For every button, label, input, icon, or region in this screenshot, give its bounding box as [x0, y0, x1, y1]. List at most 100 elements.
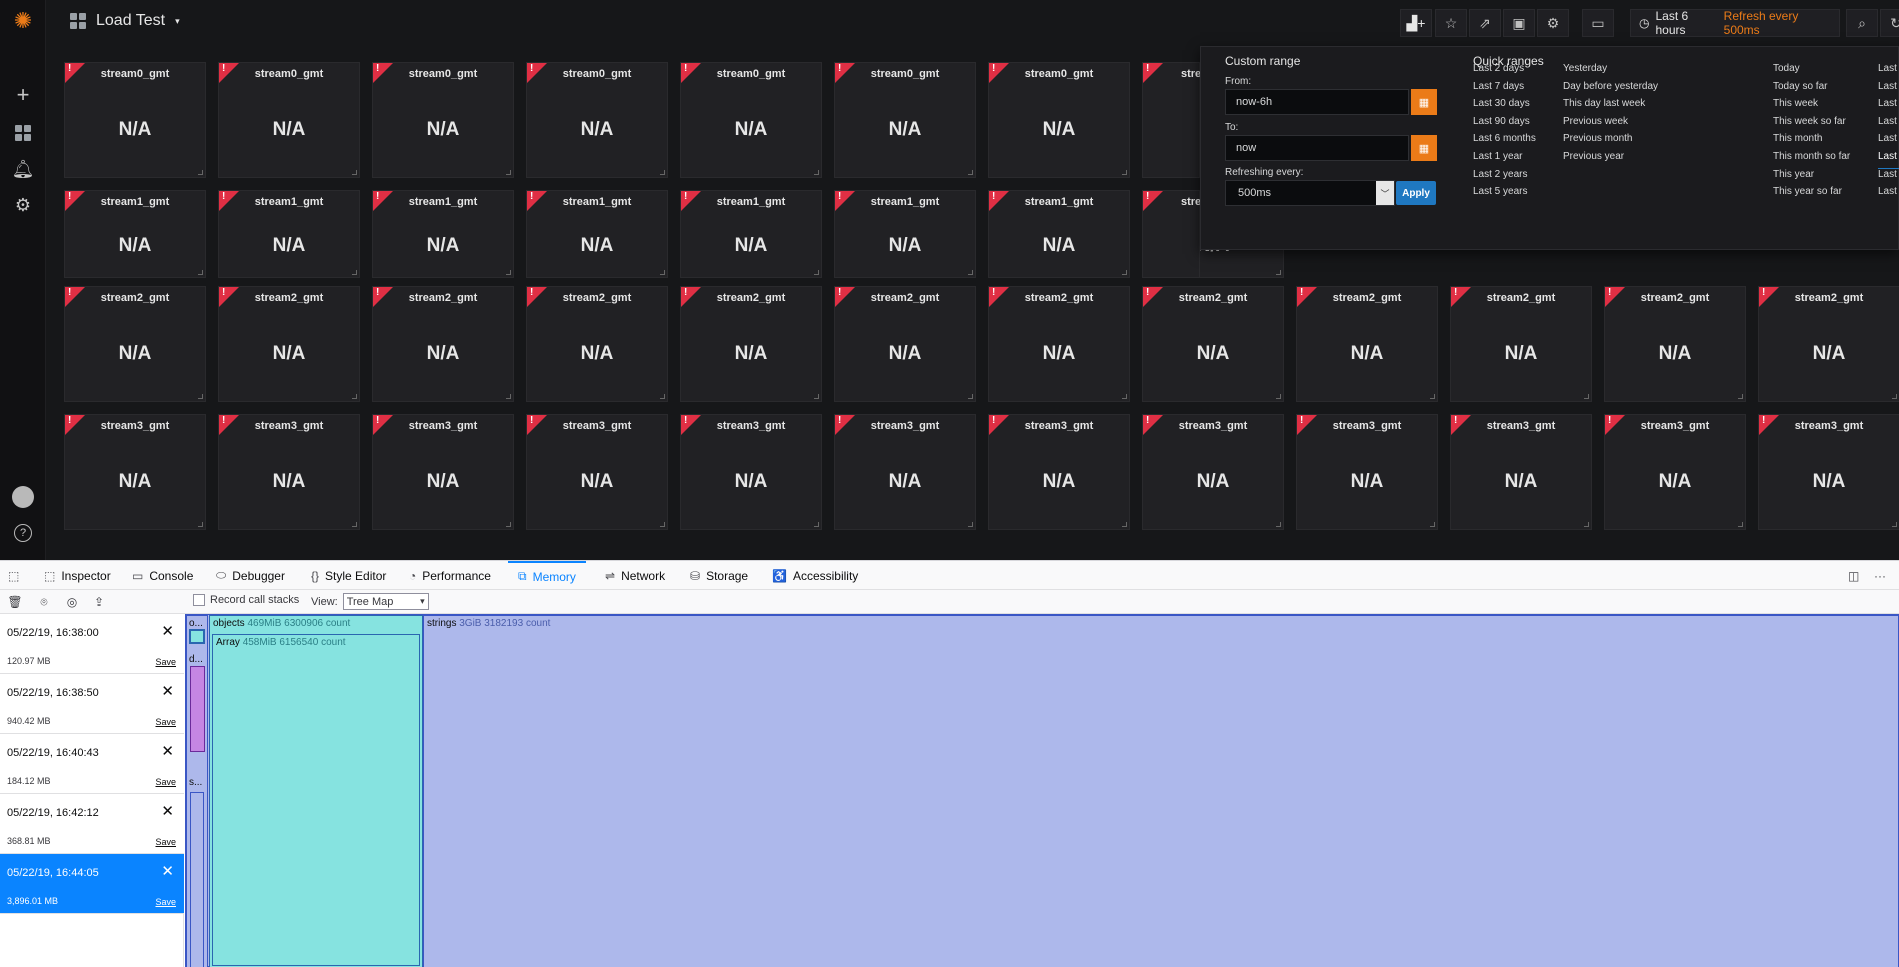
- stat-panel[interactable]: !stream1_gmtN/A: [64, 190, 206, 278]
- panel-title[interactable]: stream0_gmt: [835, 68, 975, 80]
- panel-alert-corner-icon[interactable]: !: [1143, 191, 1163, 211]
- quick-range-item[interactable]: Previous month: [1563, 133, 1658, 151]
- snapshot-item[interactable]: 05/22/19, 16:42:12 ✕ 368.81 MB Save: [0, 794, 184, 854]
- element-picker-button[interactable]: ⬚: [8, 561, 19, 590]
- stat-panel[interactable]: ! stream3_gmt N/A: [218, 414, 360, 530]
- quick-range-item[interactable]: This month so far: [1773, 151, 1850, 169]
- tab-inspector[interactable]: ⬚ Inspector: [44, 561, 111, 590]
- stat-panel[interactable]: ! stream3_gmt N/A: [526, 414, 668, 530]
- quick-range-item[interactable]: This month: [1773, 133, 1850, 151]
- quick-range-item[interactable]: Previous year: [1563, 151, 1658, 169]
- stat-panel[interactable]: ! stream3_gmt N/A: [1604, 414, 1746, 530]
- take-snapshot-button[interactable]: ⌾: [36, 594, 52, 610]
- stat-panel[interactable]: !stream1_gmtN/A: [218, 190, 360, 278]
- stat-panel[interactable]: !stream0_gmtN/A: [372, 62, 514, 178]
- quick-range-item[interactable]: Last 24 hours: [1878, 186, 1899, 204]
- snapshot-item[interactable]: 05/22/19, 16:38:00 ✕ 120.97 MB Save: [0, 614, 184, 674]
- panel-resize-handle[interactable]: [352, 522, 357, 527]
- stat-panel[interactable]: !stream1_gmtN/A: [680, 190, 822, 278]
- save-snapshot-link[interactable]: Save: [155, 897, 176, 907]
- panel-title[interactable]: stream3_gmt: [1143, 420, 1283, 432]
- panel-title[interactable]: stream1_gmt: [527, 196, 667, 208]
- stat-panel[interactable]: !stream0_gmtN/A: [680, 62, 822, 178]
- to-calendar-button[interactable]: ▦: [1411, 135, 1437, 161]
- treemap-node-tiny-a[interactable]: [189, 629, 205, 644]
- clear-snapshots-button[interactable]: 🗑︎: [7, 594, 23, 610]
- share-dashboard-button[interactable]: ⇗: [1469, 9, 1501, 37]
- stat-panel[interactable]: !stream0_gmtN/A: [64, 62, 206, 178]
- tab-console[interactable]: ▭ Console: [132, 561, 193, 590]
- panel-resize-handle[interactable]: [814, 522, 819, 527]
- stat-panel[interactable]: ! stream2_gmt N/A: [680, 286, 822, 402]
- panel-title[interactable]: stream0_gmt: [989, 68, 1129, 80]
- quick-range-item[interactable]: This week so far: [1773, 116, 1850, 134]
- tab-style-editor[interactable]: {} Style Editor: [311, 561, 386, 590]
- refresh-interval-select[interactable]: 500ms ﹀: [1225, 180, 1395, 206]
- panel-resize-handle[interactable]: [814, 270, 819, 275]
- quick-range-item[interactable]: Last 6 hours: [1878, 151, 1899, 169]
- panel-title-partial[interactable]: stre: [1181, 68, 1201, 80]
- quick-range-item[interactable]: Last 5 minutes: [1878, 63, 1899, 81]
- quick-range-item[interactable]: Last 12 hours: [1878, 169, 1899, 187]
- panel-title[interactable]: stream3_gmt: [989, 420, 1129, 432]
- quick-range-item[interactable]: Last 6 months: [1473, 133, 1536, 151]
- treemap-node-strings[interactable]: strings 3GiB 3182193 count: [423, 615, 1899, 967]
- panel-resize-handle[interactable]: [198, 522, 203, 527]
- panel-resize-handle[interactable]: [660, 170, 665, 175]
- dashboard-title-picker[interactable]: Load Test ▾: [70, 12, 180, 30]
- stat-panel[interactable]: !stream0_gmtN/A: [834, 62, 976, 178]
- panel-resize-handle[interactable]: [1584, 394, 1589, 399]
- panel-resize-handle[interactable]: [968, 394, 973, 399]
- stat-panel[interactable]: !stream1_gmtN/A: [372, 190, 514, 278]
- treemap-node-objects[interactable]: objects 469MiB 6300906 count Array 458Mi…: [209, 615, 423, 967]
- tab-debugger[interactable]: ⬭ Debugger: [216, 561, 285, 590]
- panel-resize-handle[interactable]: [968, 522, 973, 527]
- quick-range-item[interactable]: Previous week: [1563, 116, 1658, 134]
- panel-resize-handle[interactable]: [814, 170, 819, 175]
- add-panel-button[interactable]: ▟+: [1400, 9, 1432, 37]
- tab-memory[interactable]: ⧉ Memory: [508, 561, 586, 590]
- stat-panel[interactable]: ! stream3_gmt N/A: [64, 414, 206, 530]
- panel-resize-handle[interactable]: [814, 394, 819, 399]
- stat-panel[interactable]: !stream0_gmtN/A: [526, 62, 668, 178]
- panel-title[interactable]: stream1_gmt: [373, 196, 513, 208]
- tab-performance[interactable]: ◔ Performance: [409, 561, 491, 590]
- stat-panel[interactable]: ! stream3_gmt N/A: [1758, 414, 1899, 530]
- panel-title[interactable]: stream1_gmt: [835, 196, 975, 208]
- stat-panel-partial[interactable]: ! stre: [1142, 190, 1201, 278]
- dashboards-icon[interactable]: [10, 120, 36, 146]
- from-input[interactable]: now-6h: [1225, 89, 1409, 115]
- panel-resize-handle[interactable]: [352, 270, 357, 275]
- panel-title[interactable]: stream0_gmt: [681, 68, 821, 80]
- stat-panel[interactable]: ! stream2_gmt N/A: [372, 286, 514, 402]
- treemap-node-array[interactable]: Array 458MiB 6156540 count: [212, 634, 420, 966]
- stat-panel-partial[interactable]: ! stre: [1142, 62, 1201, 178]
- panel-resize-handle[interactable]: [968, 270, 973, 275]
- stat-panel[interactable]: !stream0_gmtN/A: [218, 62, 360, 178]
- stat-panel[interactable]: ! stream3_gmt N/A: [1142, 414, 1284, 530]
- panel-title[interactable]: stream2_gmt: [219, 292, 359, 304]
- panel-resize-handle[interactable]: [198, 394, 203, 399]
- stat-panel[interactable]: ! stream3_gmt N/A: [372, 414, 514, 530]
- to-input[interactable]: now: [1225, 135, 1409, 161]
- panel-resize-handle[interactable]: [660, 270, 665, 275]
- stat-panel[interactable]: ! stream3_gmt N/A: [1450, 414, 1592, 530]
- quick-range-item[interactable]: Last 15 minutes: [1878, 81, 1899, 99]
- delete-snapshot-close-icon[interactable]: ✕: [161, 622, 174, 640]
- treemap-node-purple[interactable]: [190, 666, 205, 752]
- panel-resize-handle[interactable]: [1738, 394, 1743, 399]
- panel-title[interactable]: stream3_gmt: [835, 420, 975, 432]
- alerting-bell-icon[interactable]: 🔔︎: [10, 156, 36, 182]
- stat-panel[interactable]: ! stream2_gmt N/A: [64, 286, 206, 402]
- snapshot-item[interactable]: 05/22/19, 16:44:05 ✕ 3,896.01 MB Save: [0, 854, 184, 914]
- treemap-node-strings-small[interactable]: [190, 792, 204, 967]
- stat-panel[interactable]: ! stream2_gmt N/A: [1758, 286, 1899, 402]
- panel-title[interactable]: stream3_gmt: [527, 420, 667, 432]
- panel-resize-handle[interactable]: [1122, 270, 1127, 275]
- panel-title[interactable]: stream2_gmt: [989, 292, 1129, 304]
- stat-panel[interactable]: !stream1_gmtN/A: [526, 190, 668, 278]
- panel-resize-handle[interactable]: [506, 522, 511, 527]
- panel-resize-handle[interactable]: [1122, 170, 1127, 175]
- panel-resize-handle[interactable]: [1276, 270, 1281, 275]
- save-snapshot-link[interactable]: Save: [155, 777, 176, 787]
